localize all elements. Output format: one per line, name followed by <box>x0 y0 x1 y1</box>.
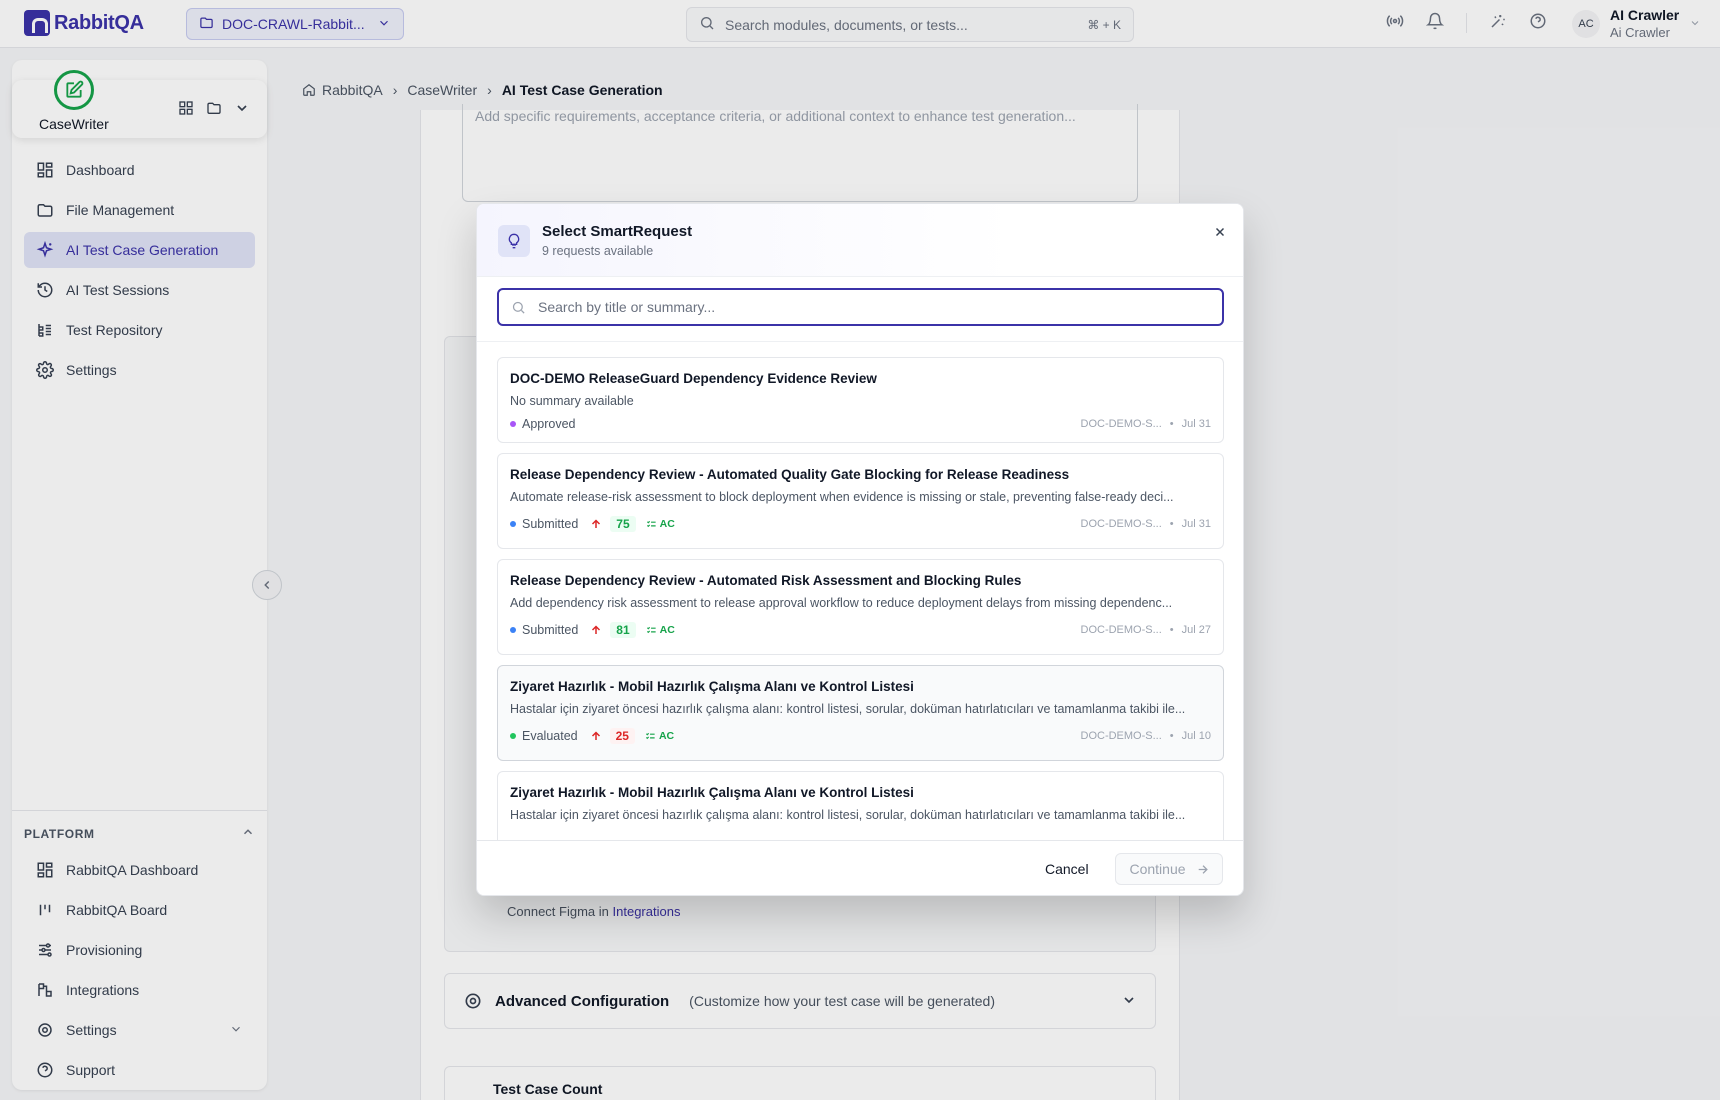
request-list: DOC-DEMO ReleaseGuard Dependency Evidenc… <box>477 342 1243 842</box>
request-card[interactable]: DOC-DEMO ReleaseGuard Dependency Evidenc… <box>497 357 1224 443</box>
request-title: DOC-DEMO ReleaseGuard Dependency Evidenc… <box>510 371 877 386</box>
request-code: DOC-DEMO-S... <box>1080 730 1162 742</box>
request-meta: Evaluated 25 AC DOC-DEMO-S... • Jul 10 <box>510 721 1211 751</box>
modal-subtitle: 9 requests available <box>542 244 654 258</box>
ac-label: AC <box>659 624 675 636</box>
acceptance-criteria-badge: AC <box>646 624 675 636</box>
status-label: Evaluated <box>522 729 578 743</box>
meta-separator: • <box>1169 624 1174 636</box>
request-date: Jul 31 <box>1181 518 1211 530</box>
lightbulb-icon <box>498 225 530 257</box>
request-summary: Add dependency risk assessment to releas… <box>510 596 1173 610</box>
close-icon[interactable] <box>1210 222 1230 242</box>
request-meta: Submitted 75 AC DOC-DEMO-S... • Jul 31 <box>510 509 1211 539</box>
request-summary: Automate release-risk assessment to bloc… <box>510 490 1174 504</box>
search-icon <box>512 301 525 314</box>
request-meta: Approved DOC-DEMO-S... • Jul 31 <box>510 409 1211 439</box>
modal-header: Select SmartRequest 9 requests available <box>477 204 1243 277</box>
request-card[interactable]: Release Dependency Review - Automated Ri… <box>497 559 1224 655</box>
modal-search-area <box>477 277 1243 342</box>
request-meta: Submitted 81 AC DOC-DEMO-S... • Jul 27 <box>510 615 1211 645</box>
status-dot <box>510 627 516 633</box>
continue-button[interactable]: Continue <box>1115 853 1223 885</box>
acceptance-criteria-badge: AC <box>646 518 675 530</box>
list-check-icon <box>646 626 656 633</box>
request-title: Ziyaret Hazırlık - Mobil Hazırlık Çalışm… <box>510 785 914 800</box>
request-code: DOC-DEMO-S... <box>1080 518 1162 530</box>
arrow-up-icon <box>590 518 602 530</box>
continue-label: Continue <box>1129 861 1186 877</box>
request-card[interactable]: Ziyaret Hazırlık - Mobil Hazırlık Çalışm… <box>497 665 1224 761</box>
request-title: Ziyaret Hazırlık - Mobil Hazırlık Çalışm… <box>510 679 914 694</box>
request-title: Release Dependency Review - Automated Qu… <box>510 467 1070 482</box>
request-date: Jul 10 <box>1181 730 1211 742</box>
list-check-icon <box>646 520 656 527</box>
status-label: Approved <box>522 417 576 431</box>
arrow-right-icon <box>1198 864 1208 874</box>
request-card[interactable]: Release Dependency Review - Automated Qu… <box>497 453 1224 549</box>
meta-separator: • <box>1169 418 1174 430</box>
meta-separator: • <box>1169 518 1174 530</box>
quality-score: 75 <box>610 516 636 532</box>
request-search-field[interactable] <box>497 288 1224 326</box>
arrow-up-icon <box>590 730 602 742</box>
request-date: Jul 27 <box>1181 624 1211 636</box>
status-label: Submitted <box>522 517 579 531</box>
request-search-input[interactable] <box>538 299 1198 315</box>
request-code: DOC-DEMO-S... <box>1080 418 1162 430</box>
request-code: DOC-DEMO-S... <box>1080 624 1162 636</box>
status-dot <box>510 421 516 427</box>
cancel-button[interactable]: Cancel <box>1033 853 1101 885</box>
status-label: Submitted <box>522 623 579 637</box>
ac-label: AC <box>658 730 675 742</box>
ac-label: AC <box>659 518 675 530</box>
meta-separator: • <box>1169 730 1174 742</box>
modal-title: Select SmartRequest <box>542 223 693 240</box>
acceptance-criteria-badge: AC <box>645 730 674 742</box>
request-date: Jul 31 <box>1181 418 1211 430</box>
arrow-up-icon <box>590 624 602 636</box>
request-summary: Hastalar için ziyaret öncesi hazırlık ça… <box>510 808 1186 822</box>
status-dot <box>510 521 516 527</box>
request-summary: Hastalar için ziyaret öncesi hazırlık ça… <box>510 702 1186 716</box>
request-card[interactable]: Ziyaret Hazırlık - Mobil Hazırlık Çalışm… <box>497 771 1224 842</box>
select-smartrequest-modal: Select SmartRequest 9 requests available… <box>476 203 1244 896</box>
modal-footer: Cancel Continue <box>477 840 1243 895</box>
status-dot <box>510 733 516 739</box>
list-check-icon <box>645 732 655 739</box>
quality-score: 25 <box>609 728 635 744</box>
request-summary: No summary available <box>510 394 634 408</box>
request-title: Release Dependency Review - Automated Ri… <box>510 573 1022 588</box>
quality-score: 81 <box>610 622 636 638</box>
